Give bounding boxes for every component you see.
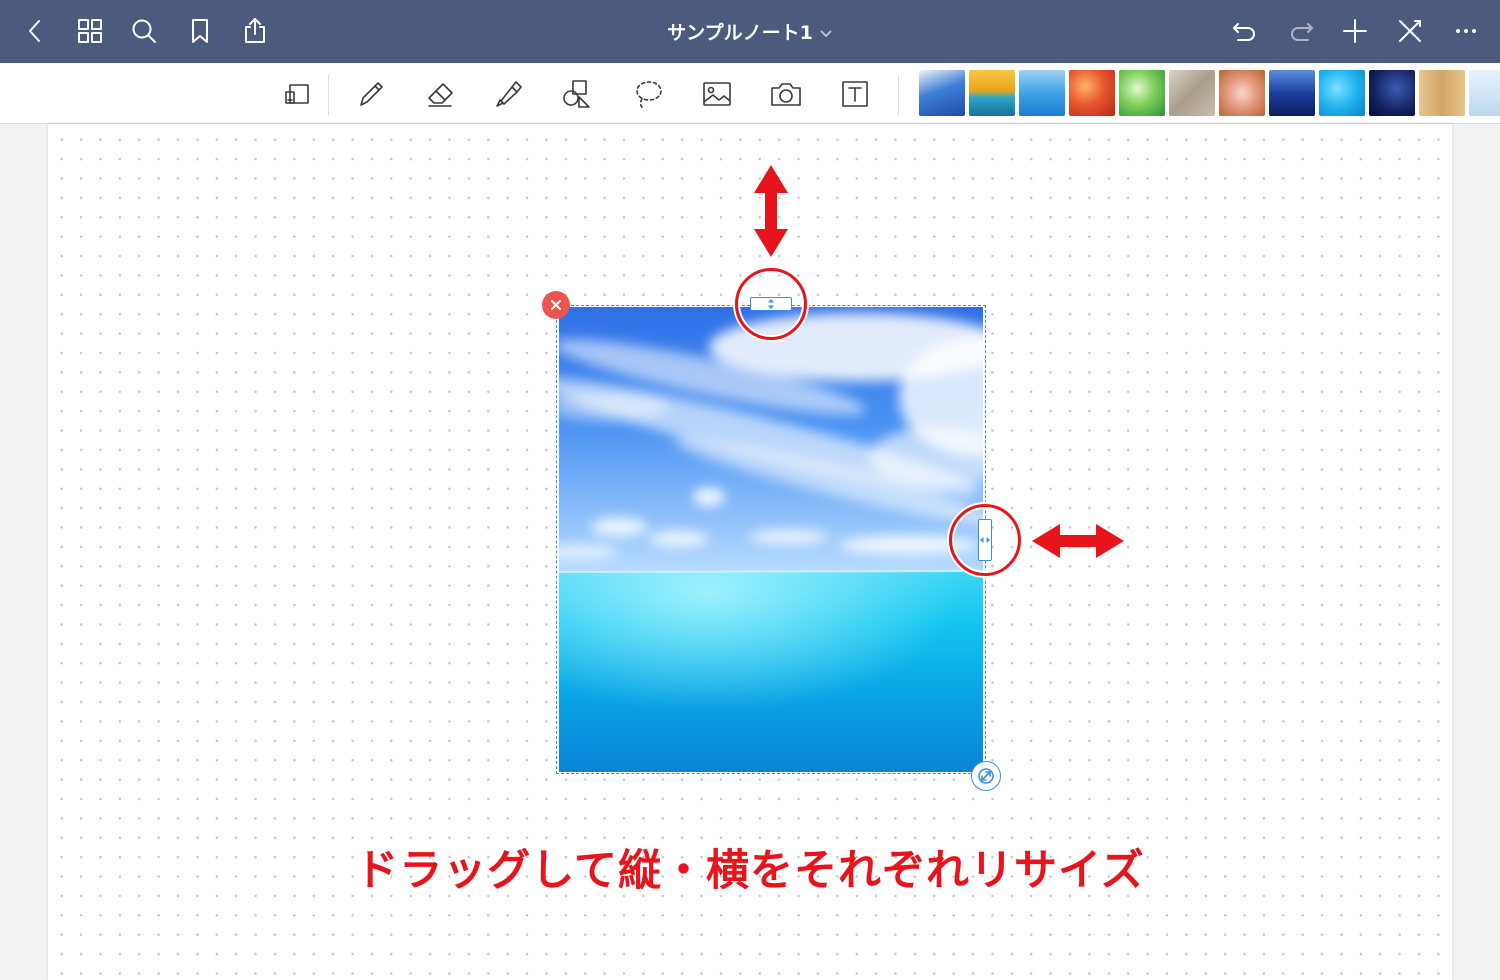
delete-image-button[interactable] (542, 291, 570, 319)
highlight-circle-top-handle (735, 268, 807, 340)
toolbar-divider (898, 75, 899, 115)
sticker-stone[interactable] (1169, 70, 1215, 116)
scale-rotate-handle[interactable] (971, 761, 1001, 791)
page-mode-icon[interactable] (276, 73, 320, 115)
sticker-autumn-leaves[interactable] (1069, 70, 1115, 116)
redo-icon[interactable] (1284, 14, 1318, 48)
sticker-blue-sky[interactable] (1019, 70, 1065, 116)
plus-icon[interactable] (1338, 14, 1372, 48)
bookmark-icon[interactable] (183, 14, 217, 48)
sticker-green-leaves[interactable] (1119, 70, 1165, 116)
image-selection-frame (556, 305, 986, 774)
sticker-wood[interactable] (1419, 70, 1465, 116)
note-title: サンプルノート1 (667, 22, 813, 44)
highlighter-icon[interactable] (487, 73, 531, 115)
grid-icon[interactable] (73, 14, 107, 48)
text-box-icon[interactable] (833, 73, 877, 115)
note-title-dropdown[interactable]: サンプルノート1 (600, 18, 900, 45)
search-icon[interactable] (127, 14, 161, 48)
lasso-icon[interactable] (626, 73, 670, 115)
eraser-icon[interactable] (419, 73, 463, 115)
pen-icon[interactable] (349, 73, 393, 115)
sticker-sunset-beach[interactable] (969, 70, 1015, 116)
toolbar-divider (328, 75, 329, 115)
image-icon[interactable] (695, 73, 739, 115)
horizontal-double-arrow-icon (1030, 522, 1126, 560)
vertical-double-arrow-icon (752, 163, 790, 259)
sticker-sky-sea[interactable] (919, 70, 965, 116)
shapes-icon[interactable] (555, 73, 599, 115)
highlight-circle-right-handle (949, 504, 1021, 576)
sticker-cherry-blossom[interactable] (1219, 70, 1265, 116)
sticker-winter[interactable] (1469, 70, 1500, 116)
sticker-night-lake[interactable] (1269, 70, 1315, 116)
more-dots-icon[interactable] (1449, 14, 1483, 48)
tool-bar (0, 63, 1500, 124)
close-x-icon[interactable] (1393, 14, 1427, 48)
back-chevron-icon[interactable] (18, 14, 52, 48)
camera-icon[interactable] (764, 73, 808, 115)
undo-icon[interactable] (1228, 14, 1262, 48)
annotation-caption: ドラッグして縦・横をそれぞれリサイズ (355, 846, 1145, 896)
sticker-water[interactable] (1319, 70, 1365, 116)
top-navigation-bar: サンプルノート1 (0, 0, 1500, 63)
share-icon[interactable] (238, 14, 272, 48)
sticker-night-sky[interactable] (1369, 70, 1415, 116)
chevron-down-icon (819, 23, 833, 45)
